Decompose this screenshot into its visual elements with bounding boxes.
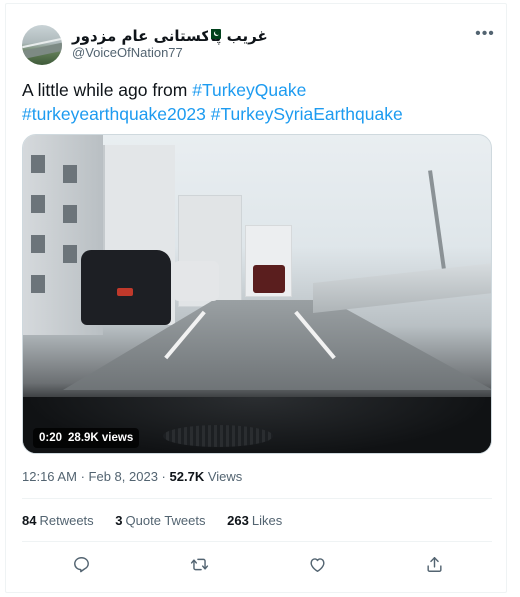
meta-separator: · xyxy=(80,469,85,484)
views-label: Views xyxy=(207,469,243,484)
action-bar xyxy=(22,550,492,578)
retweets-stat[interactable]: 84 Retweets xyxy=(22,513,94,528)
author-display-name[interactable]: غریب پاکستانی عام مزدور xyxy=(72,27,268,45)
like-icon xyxy=(309,557,325,572)
like-button[interactable] xyxy=(303,550,331,578)
quote-tweets-stat[interactable]: 3 Quote Tweets xyxy=(115,513,205,528)
avatar[interactable] xyxy=(22,25,62,65)
author-handle[interactable]: @VoiceOfNation77 xyxy=(72,45,183,60)
video-views: 28.9K views xyxy=(68,432,134,444)
tweet-date[interactable]: Feb 8, 2023 xyxy=(89,469,158,484)
retweet-button[interactable] xyxy=(185,550,213,578)
reply-button[interactable] xyxy=(67,550,95,578)
share-icon xyxy=(426,556,442,572)
likes-count: 263 xyxy=(227,513,249,528)
hashtag-link[interactable]: #TurkeyQuake xyxy=(192,80,306,100)
meta-separator: · xyxy=(161,469,166,484)
tweet-plain-text: A little while ago from xyxy=(22,80,193,100)
quotes-count: 3 xyxy=(115,513,123,528)
hashtag-link[interactable]: #TurkeySyriaEarthquake xyxy=(211,104,403,124)
tweet-meta: 12:16 AM · Feb 8, 2023 · 52.7K Views xyxy=(22,469,242,484)
tweet-text: A little while ago from #TurkeyQuake #tu… xyxy=(22,78,492,126)
retweet-icon xyxy=(190,558,208,570)
pakistan-flag-icon xyxy=(208,29,221,39)
tweet-time[interactable]: 12:16 AM xyxy=(22,469,77,484)
video-info-badge: 0:20 28.9K views xyxy=(33,428,140,448)
reply-icon xyxy=(73,556,89,572)
more-options-icon[interactable]: ••• xyxy=(470,22,500,46)
divider xyxy=(22,541,492,542)
likes-label: Likes xyxy=(251,513,283,528)
retweets-label: Retweets xyxy=(39,513,94,528)
tweet-stats: 84 Retweets 3 Quote Tweets 263 Likes xyxy=(22,513,300,528)
retweets-count: 84 xyxy=(22,513,37,528)
video-player[interactable]: 0:20 28.9K views xyxy=(22,134,492,454)
likes-stat[interactable]: 263 Likes xyxy=(227,513,282,528)
share-button[interactable] xyxy=(420,550,448,578)
divider xyxy=(22,498,492,499)
hashtag-link[interactable]: #turkeyearthquake2023 xyxy=(22,104,206,124)
views-count: 52.7K xyxy=(169,469,205,484)
video-duration: 0:20 xyxy=(39,432,63,444)
quotes-label: Quote Tweets xyxy=(125,513,206,528)
